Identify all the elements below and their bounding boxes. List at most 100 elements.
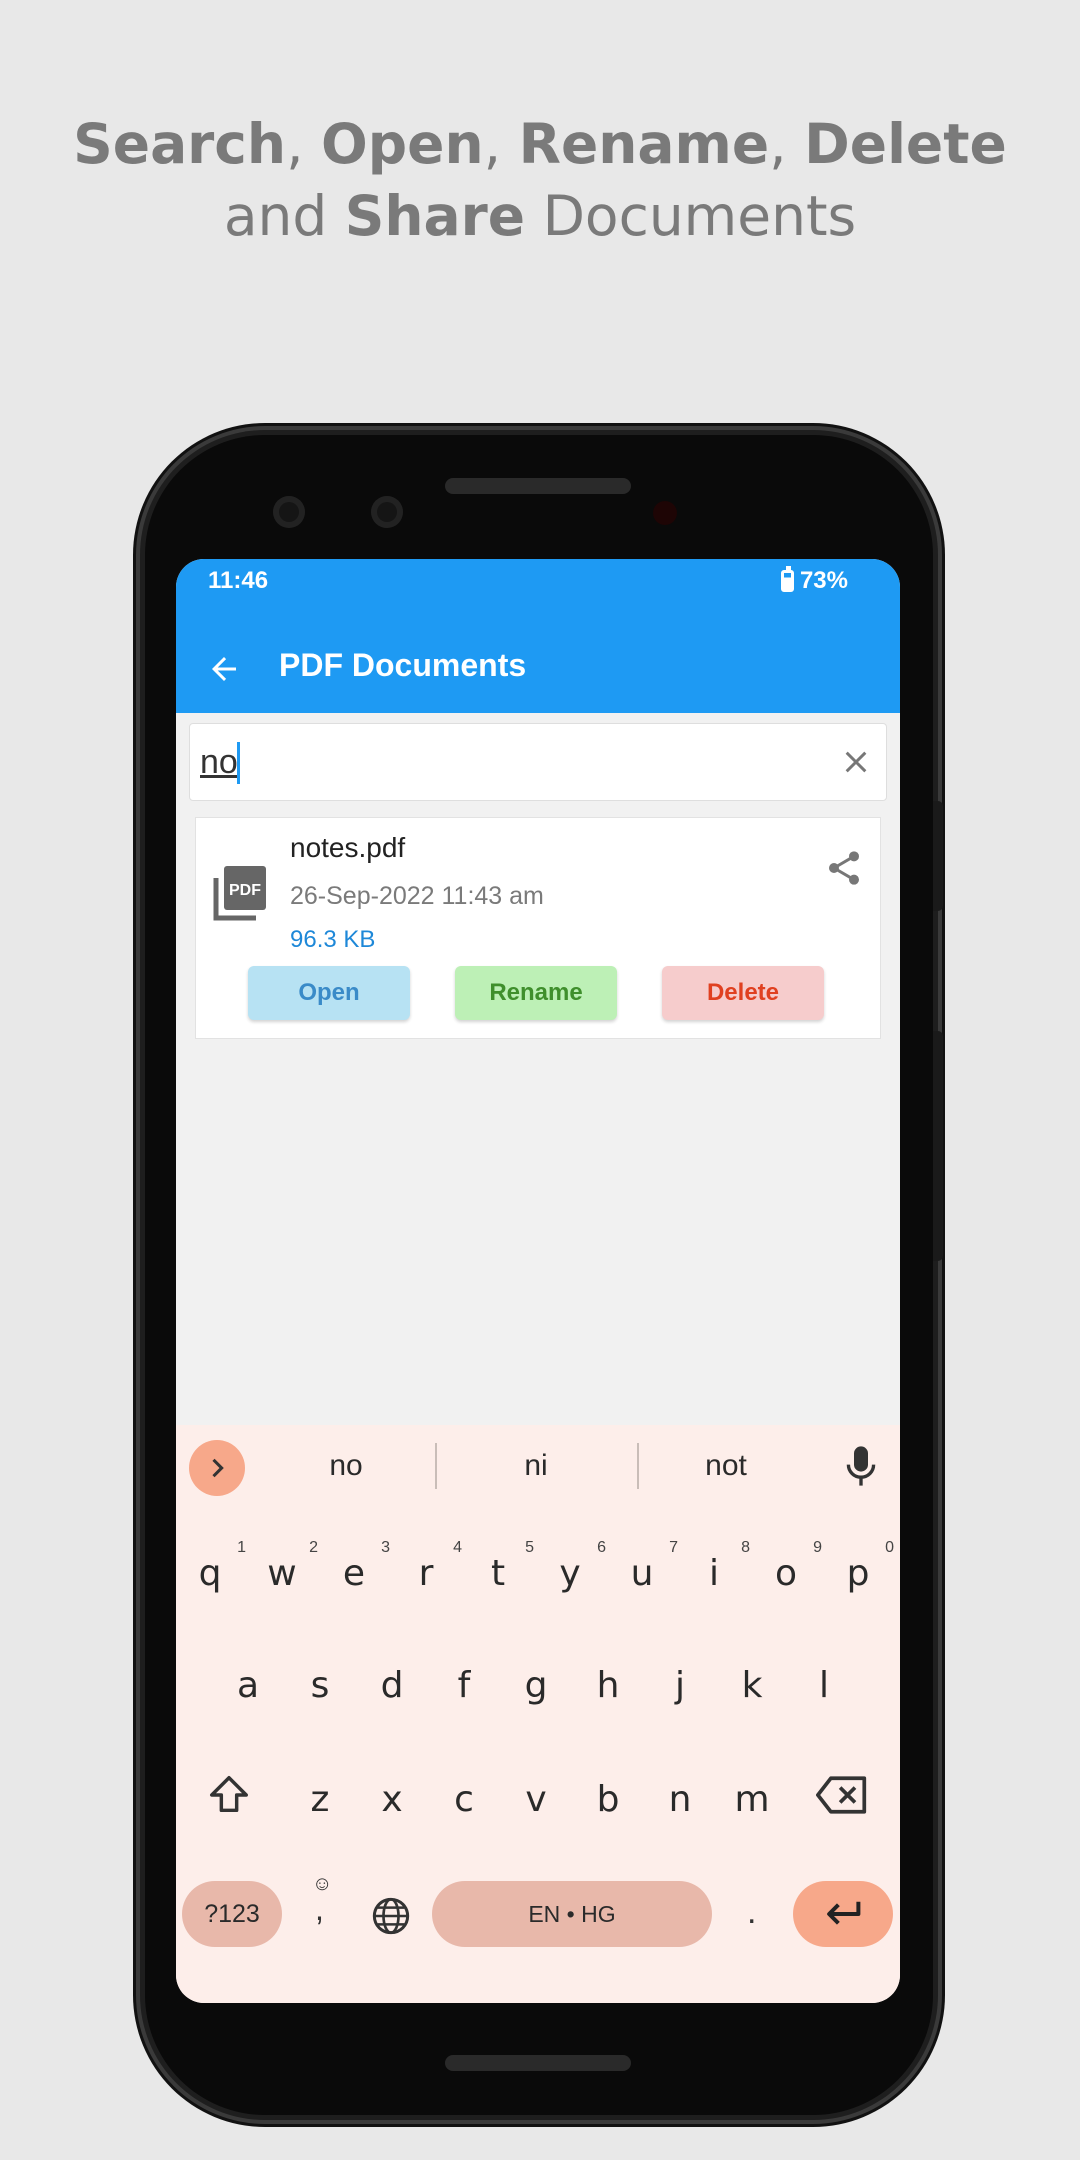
- key-a[interactable]: a: [218, 1665, 278, 1706]
- key-i[interactable]: i8: [684, 1539, 750, 1594]
- comma-key[interactable]: ,: [315, 1891, 324, 1928]
- back-arrow-icon[interactable]: [206, 651, 242, 687]
- suggestion-3[interactable]: not: [666, 1449, 786, 1483]
- key-u[interactable]: u7: [612, 1539, 678, 1594]
- promo-word-rename: Rename: [518, 112, 770, 176]
- promo-headline: Search, Open, Rename, Delete and Share D…: [0, 108, 1080, 252]
- key-hint-number: 4: [453, 1539, 462, 1556]
- key-q[interactable]: q1: [180, 1539, 246, 1594]
- key-r[interactable]: r4: [396, 1539, 462, 1594]
- key-k[interactable]: k: [722, 1665, 782, 1706]
- svg-text:PDF: PDF: [229, 882, 261, 899]
- key-l[interactable]: l: [794, 1665, 854, 1706]
- key-j[interactable]: j: [650, 1665, 710, 1706]
- key-label: w: [267, 1553, 297, 1594]
- key-label: z: [310, 1779, 330, 1820]
- key-label: k: [741, 1665, 763, 1706]
- key-hint-number: 9: [813, 1539, 822, 1556]
- share-icon[interactable]: [824, 848, 864, 888]
- app-bar: 11:46 73% PDF Documents: [176, 559, 900, 713]
- key-e[interactable]: e3: [324, 1539, 390, 1594]
- enter-key[interactable]: [793, 1881, 893, 1947]
- promo-word-delete: Delete: [804, 112, 1007, 176]
- key-label: l: [818, 1665, 829, 1706]
- page-title: PDF Documents: [279, 647, 527, 683]
- key-g[interactable]: g: [506, 1665, 566, 1706]
- proximity-sensor: [653, 501, 677, 525]
- key-label: v: [525, 1779, 547, 1820]
- key-label: b: [596, 1779, 620, 1820]
- shift-icon[interactable]: [206, 1772, 252, 1818]
- key-z[interactable]: z: [290, 1779, 350, 1820]
- key-x[interactable]: x: [362, 1779, 422, 1820]
- key-d[interactable]: d: [362, 1665, 422, 1706]
- front-camera-icon: [273, 496, 305, 528]
- key-c[interactable]: c: [434, 1779, 494, 1820]
- status-time: 11:46: [208, 567, 269, 594]
- earpiece-speaker: [445, 478, 631, 494]
- key-p[interactable]: p0: [828, 1539, 894, 1594]
- key-s[interactable]: s: [290, 1665, 350, 1706]
- key-h[interactable]: h: [578, 1665, 638, 1706]
- text-cursor: [237, 742, 240, 784]
- key-o[interactable]: o9: [756, 1539, 822, 1594]
- key-b[interactable]: b: [578, 1779, 638, 1820]
- space-bar[interactable]: EN • HG: [432, 1881, 712, 1947]
- delete-button[interactable]: Delete: [662, 966, 824, 1020]
- file-size: 96.3 KB: [290, 926, 376, 953]
- suggestion-2[interactable]: ni: [476, 1449, 596, 1483]
- phone-screen: 11:46 73% PDF Documents PDF notes.p: [176, 559, 900, 2003]
- open-button[interactable]: Open: [248, 966, 410, 1020]
- rename-button[interactable]: Rename: [455, 966, 617, 1020]
- key-label: m: [734, 1779, 770, 1820]
- key-label: f: [457, 1665, 471, 1706]
- globe-icon[interactable]: [371, 1896, 411, 1936]
- expand-toolbar-button[interactable]: [189, 1440, 245, 1496]
- key-label: r: [418, 1553, 434, 1594]
- key-v[interactable]: v: [506, 1779, 566, 1820]
- key-label: c: [454, 1779, 474, 1820]
- key-label: d: [380, 1665, 404, 1706]
- search-input[interactable]: [200, 738, 800, 786]
- key-f[interactable]: f: [434, 1665, 494, 1706]
- key-label: n: [668, 1779, 692, 1820]
- search-bar: [189, 723, 887, 801]
- close-icon[interactable]: [840, 746, 872, 778]
- key-label: e: [342, 1553, 366, 1594]
- bottom-speaker: [445, 2055, 631, 2071]
- period-key[interactable]: .: [747, 1893, 756, 1932]
- promo-word-open: Open: [321, 112, 484, 176]
- promo-word-share: Share: [344, 184, 526, 248]
- key-n[interactable]: n: [650, 1779, 710, 1820]
- file-list-item[interactable]: PDF notes.pdf 26-Sep-2022 11:43 am 96.3 …: [195, 817, 881, 1039]
- key-label: a: [236, 1665, 260, 1706]
- file-date: 26-Sep-2022 11:43 am: [290, 882, 544, 910]
- key-label: s: [310, 1665, 330, 1706]
- key-label: h: [596, 1665, 620, 1706]
- key-hint-number: 2: [309, 1539, 318, 1556]
- key-hint-number: 8: [741, 1539, 750, 1556]
- key-w[interactable]: w2: [252, 1539, 318, 1594]
- battery-icon: [780, 566, 794, 592]
- key-y[interactable]: y6: [540, 1539, 606, 1594]
- promo-and: and: [223, 184, 328, 248]
- promo-word-search: Search: [73, 112, 287, 176]
- power-button: [933, 801, 943, 911]
- key-hint-number: 5: [525, 1539, 534, 1556]
- suggestion-1[interactable]: no: [286, 1449, 406, 1483]
- backspace-icon[interactable]: [816, 1774, 868, 1816]
- microphone-icon[interactable]: [844, 1445, 878, 1487]
- key-hint-number: 3: [381, 1539, 390, 1556]
- key-label: y: [559, 1553, 581, 1594]
- key-label: o: [774, 1553, 798, 1594]
- key-hint-number: 0: [885, 1539, 894, 1556]
- key-t[interactable]: t5: [468, 1539, 534, 1594]
- phone-frame: 11:46 73% PDF Documents PDF notes.p: [145, 435, 943, 2115]
- pdf-file-icon: PDF: [213, 866, 266, 921]
- key-hint-number: 1: [237, 1539, 246, 1556]
- divider: [637, 1443, 639, 1489]
- symbols-key[interactable]: ?123: [182, 1881, 282, 1947]
- key-m[interactable]: m: [722, 1779, 782, 1820]
- key-label: g: [524, 1665, 548, 1706]
- soft-keyboard: no ni not q1w2e3r4t5y6u7i8o9p0 asdfghjkl…: [176, 1425, 900, 2003]
